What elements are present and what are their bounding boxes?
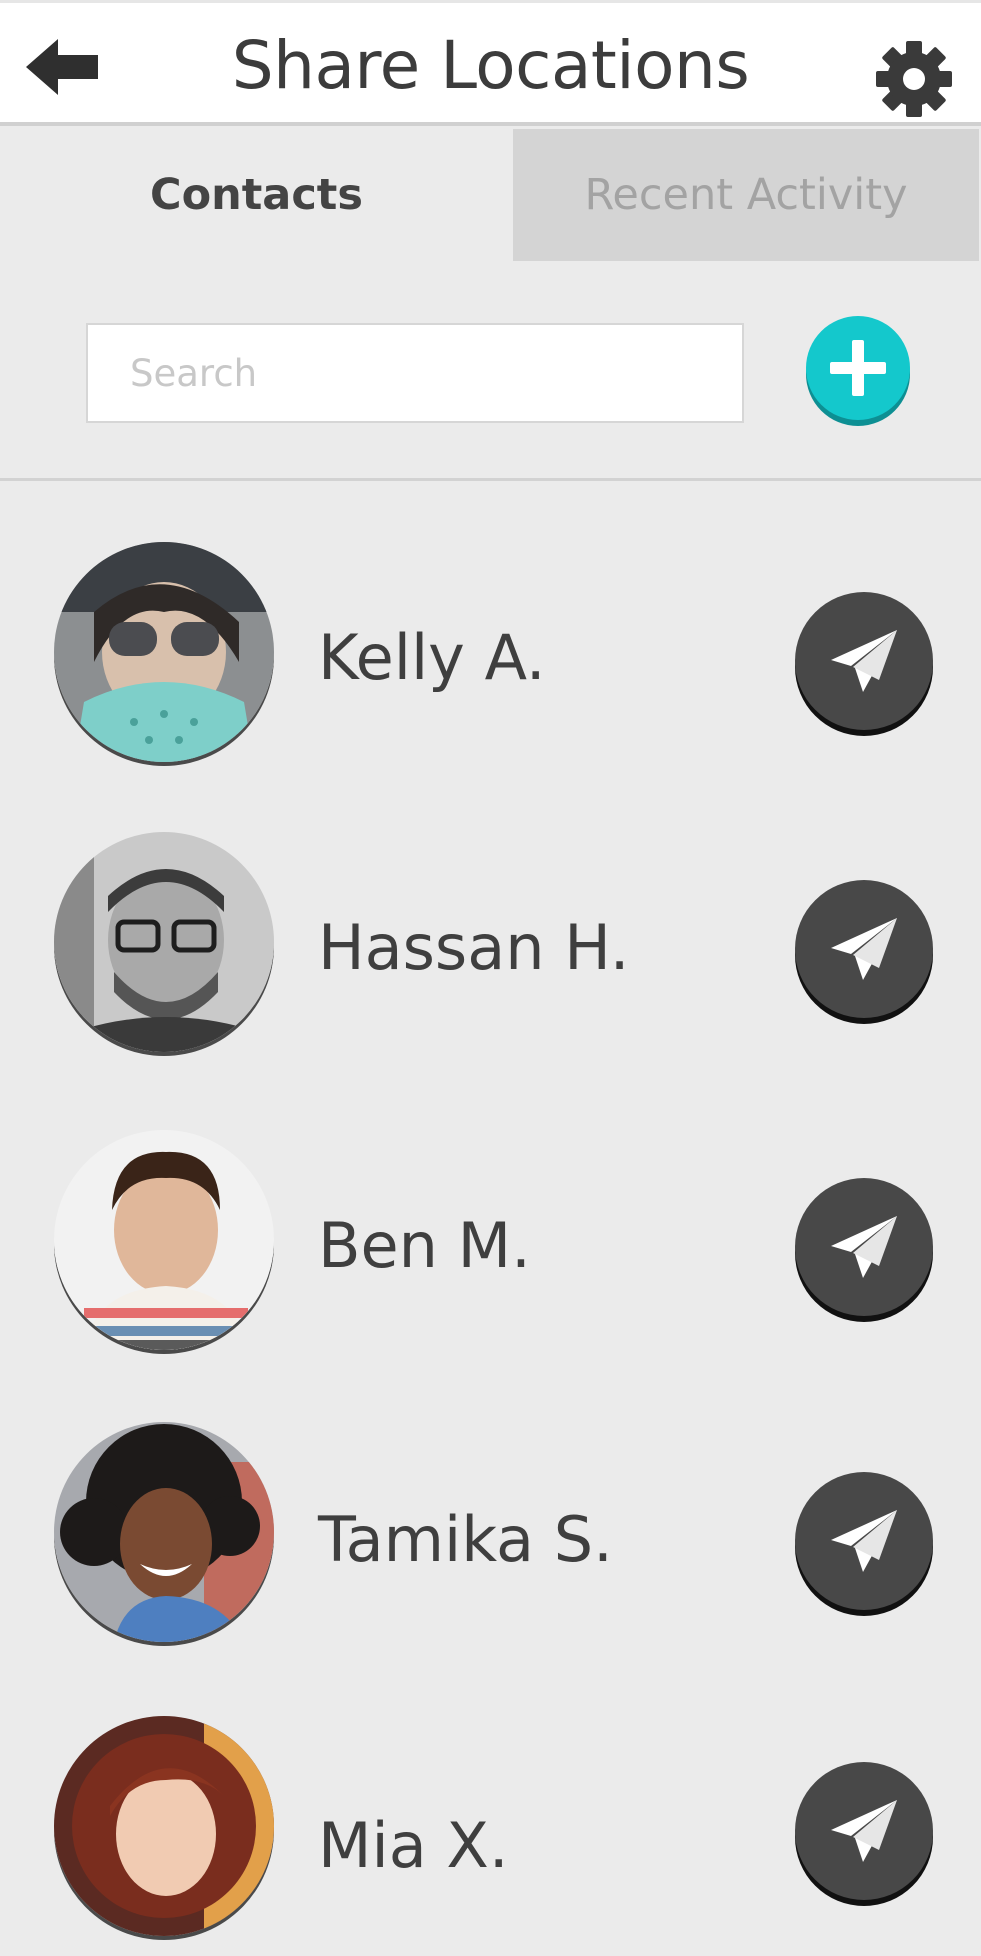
contact-name: Kelly A. <box>318 621 546 694</box>
tab-recent-activity[interactable]: Recent Activity <box>513 129 979 261</box>
send-location-button[interactable] <box>795 1472 933 1610</box>
settings-button[interactable] <box>874 39 954 119</box>
contact-row[interactable]: Mia X. <box>0 1716 981 1956</box>
send-location-button[interactable] <box>795 880 933 1018</box>
contact-name: Tamika S. <box>318 1503 613 1576</box>
paper-plane-icon <box>831 630 897 692</box>
search-input[interactable] <box>86 323 744 423</box>
contact-row[interactable]: Kelly A. <box>0 540 981 780</box>
send-location-button[interactable] <box>795 592 933 730</box>
send-location-button[interactable] <box>795 1762 933 1900</box>
avatar <box>54 542 274 762</box>
tab-recent-activity-label: Recent Activity <box>584 170 908 220</box>
page-title: Share Locations <box>231 27 750 104</box>
send-location-button[interactable] <box>795 1178 933 1316</box>
contact-row[interactable]: Hassan H. <box>0 830 981 1070</box>
divider <box>0 478 981 481</box>
paper-plane-icon <box>831 1510 897 1572</box>
tab-bar: Contacts Recent Activity <box>0 129 981 261</box>
avatar <box>54 1130 274 1350</box>
plus-icon <box>830 340 886 396</box>
paper-plane-icon <box>831 1216 897 1278</box>
contact-row[interactable]: Tamika S. <box>0 1422 981 1662</box>
paper-plane-icon <box>831 1800 897 1862</box>
tab-contacts-label: Contacts <box>150 170 363 220</box>
contact-name: Mia X. <box>318 1809 509 1882</box>
contact-row[interactable]: Ben M. <box>0 1126 981 1366</box>
avatar <box>54 1422 274 1642</box>
gear-icon <box>876 41 952 117</box>
contact-name: Hassan H. <box>318 911 630 984</box>
paper-plane-icon <box>831 918 897 980</box>
contact-name: Ben M. <box>318 1209 531 1282</box>
tab-contacts[interactable]: Contacts <box>0 129 513 261</box>
add-contact-button[interactable] <box>806 316 910 420</box>
top-bar: Share Locations <box>0 0 981 126</box>
avatar <box>54 832 274 1052</box>
avatar <box>54 1716 274 1936</box>
